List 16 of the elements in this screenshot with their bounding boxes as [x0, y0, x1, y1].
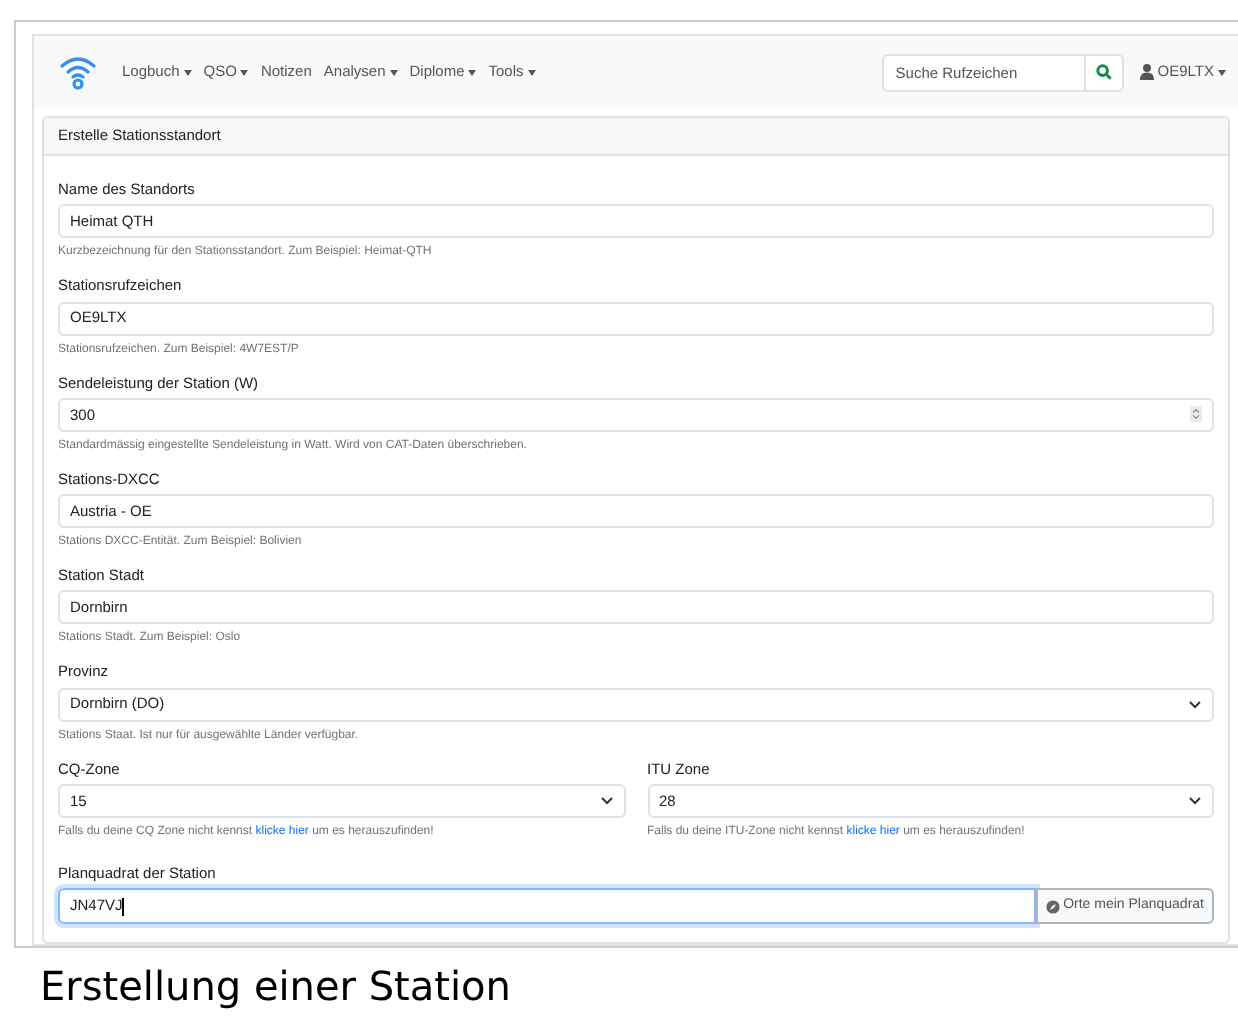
- caret-icon: [389, 69, 398, 75]
- figure-caption: Erstellung einer Station: [40, 962, 513, 1010]
- caret-icon: [240, 69, 249, 75]
- chevron-down-icon: [1188, 795, 1202, 806]
- spinner-icon[interactable]: [1190, 406, 1202, 423]
- search-button[interactable]: [1085, 53, 1124, 91]
- caret-icon: [527, 69, 536, 75]
- search-icon: [1095, 64, 1112, 80]
- caret-icon: [468, 69, 477, 75]
- caret-icon: [183, 69, 192, 75]
- chevron-down-icon: [599, 795, 613, 806]
- user-icon: [1139, 64, 1154, 80]
- compass-icon: [1045, 899, 1060, 913]
- wifi-logo-icon[interactable]: [58, 54, 98, 90]
- chevron-down-icon: [1188, 699, 1202, 709]
- caret-icon: [1218, 69, 1226, 75]
